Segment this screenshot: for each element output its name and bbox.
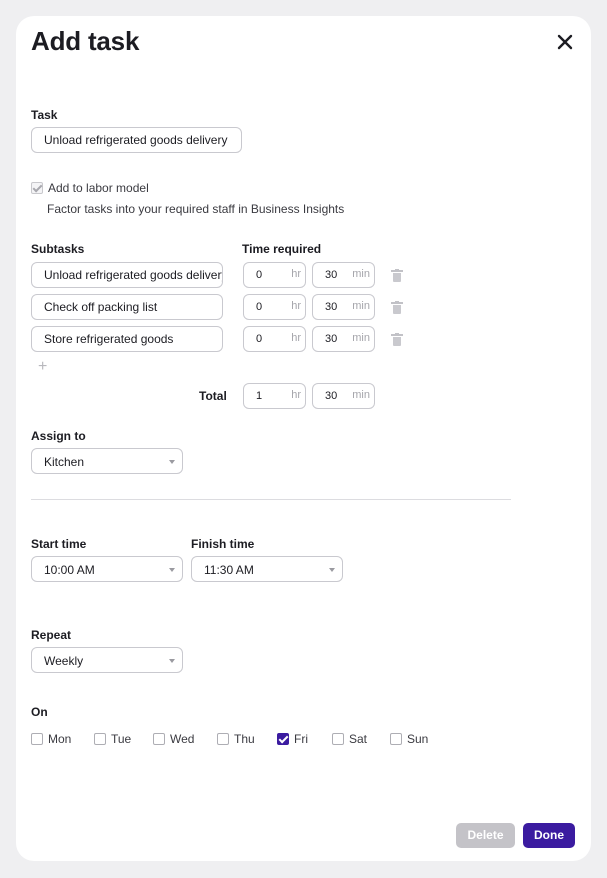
hours-unit: hr (291, 300, 301, 312)
finish-time-value: 11:30 AM (204, 563, 254, 577)
hours-unit: hr (291, 332, 301, 344)
repeat-label: Repeat (31, 628, 72, 642)
subtask-name-input[interactable]: Check off packing list (31, 294, 223, 320)
chevron-down-icon (169, 659, 175, 663)
day-checkbox[interactable] (390, 733, 402, 745)
repeat-select[interactable]: Weekly (31, 647, 183, 673)
subtask-minutes-input[interactable]: 30 min (312, 294, 375, 320)
task-label: Task (31, 108, 58, 122)
minutes-value: 30 (325, 269, 338, 281)
labor-model-description: Factor tasks into your required staff in… (47, 202, 345, 216)
total-minutes-value: 30 (325, 390, 338, 402)
task-input[interactable]: Unload refrigerated goods delivery (31, 127, 242, 153)
trash-icon[interactable] (391, 301, 403, 314)
day-checkbox[interactable] (217, 733, 229, 745)
day-label: Fri (294, 732, 308, 746)
dialog-title: Add task (31, 26, 140, 56)
day-label: Tue (111, 732, 132, 746)
hours-unit: hr (291, 389, 301, 401)
close-icon[interactable] (554, 31, 576, 53)
start-time-select[interactable]: 10:00 AM (31, 556, 183, 582)
delete-button[interactable]: Delete (456, 823, 515, 848)
subtask-minutes-input[interactable]: 30 min (312, 262, 375, 288)
assign-to-label: Assign to (31, 429, 86, 443)
hours-unit: hr (291, 268, 301, 280)
on-label: On (31, 705, 48, 719)
minutes-unit: min (352, 389, 370, 401)
done-button[interactable]: Done (523, 823, 575, 848)
hours-value: 0 (256, 269, 263, 281)
chevron-down-icon (169, 568, 175, 572)
subtask-name-input[interactable]: Store refrigerated goods (31, 326, 223, 352)
day-checkbox[interactable] (31, 733, 43, 745)
day-label: Mon (48, 732, 72, 746)
subtask-hours-input[interactable]: 0 hr (243, 262, 306, 288)
start-time-value: 10:00 AM (44, 563, 95, 577)
add-task-dialog: Add task Task Unload refrigerated goods … (16, 16, 591, 861)
day-checkbox[interactable] (332, 733, 344, 745)
chevron-down-icon (329, 568, 335, 572)
total-hours-value: 1 (256, 390, 263, 402)
finish-time-label: Finish time (191, 537, 255, 551)
finish-time-select[interactable]: 11:30 AM (191, 556, 343, 582)
subtask-hours-input[interactable]: 0 hr (243, 294, 306, 320)
start-time-label: Start time (31, 537, 87, 551)
plus-icon[interactable]: + (38, 358, 47, 376)
day-checkbox[interactable] (94, 733, 106, 745)
day-label: Thu (234, 732, 255, 746)
minutes-unit: min (352, 268, 370, 280)
trash-icon[interactable] (391, 333, 403, 346)
assign-to-value: Kitchen (44, 455, 85, 469)
repeat-value: Weekly (44, 654, 84, 668)
labor-model-checkbox[interactable] (31, 182, 43, 194)
subtask-hours-input[interactable]: 0 hr (243, 326, 306, 352)
assign-to-select[interactable]: Kitchen (31, 448, 183, 474)
chevron-down-icon (169, 460, 175, 464)
total-hours: 1 hr (243, 383, 306, 409)
day-checkbox[interactable] (277, 733, 289, 745)
trash-icon[interactable] (391, 269, 403, 282)
section-divider (31, 499, 511, 500)
hours-value: 0 (256, 301, 263, 313)
day-label: Wed (170, 732, 195, 746)
day-label: Sun (407, 732, 429, 746)
hours-value: 0 (256, 333, 263, 345)
minutes-unit: min (352, 332, 370, 344)
minutes-value: 30 (325, 333, 338, 345)
day-checkbox[interactable] (153, 733, 165, 745)
subtasks-label: Subtasks (31, 242, 85, 256)
subtask-name-input[interactable]: Unload refrigerated goods delivery (31, 262, 223, 288)
total-minutes: 30 min (312, 383, 375, 409)
minutes-unit: min (352, 300, 370, 312)
time-required-label: Time required (242, 242, 322, 256)
subtask-minutes-input[interactable]: 30 min (312, 326, 375, 352)
total-label: Total (199, 389, 227, 403)
day-label: Sat (349, 732, 368, 746)
labor-model-label: Add to labor model (48, 181, 149, 195)
minutes-value: 30 (325, 301, 338, 313)
